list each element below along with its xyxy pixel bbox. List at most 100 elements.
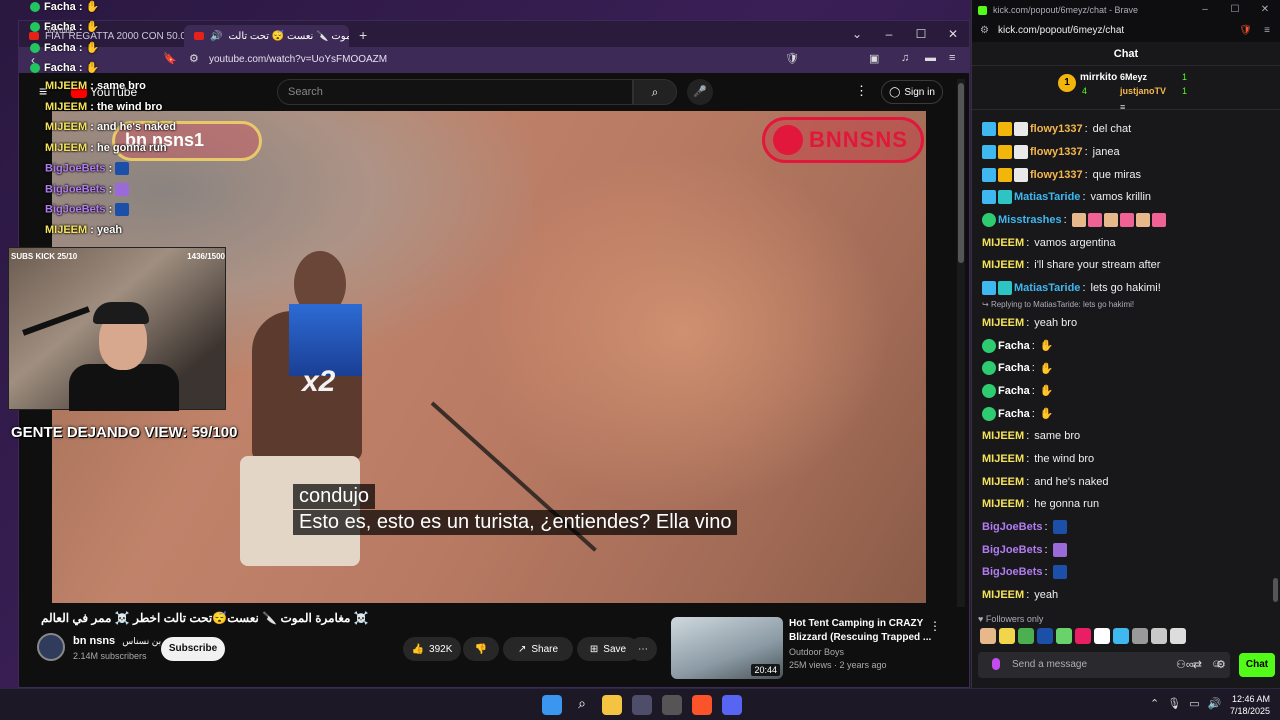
subscribe-button[interactable]: Subscribe — [161, 637, 225, 661]
mic-icon[interactable]: 🎙 — [1167, 697, 1181, 710]
emote-icon[interactable] — [1056, 628, 1072, 644]
streamer-cap — [93, 302, 149, 324]
emote-icon[interactable] — [1170, 628, 1186, 644]
scroll-thumb[interactable] — [958, 83, 964, 263]
more-options-icon[interactable]: ⋮ — [855, 83, 868, 99]
runner-up-2[interactable]: justjanoTV — [1120, 86, 1166, 96]
chat-username[interactable]: BigJoeBets — [982, 521, 1043, 533]
voice-search-button[interactable]: 🎤 — [687, 79, 713, 105]
site-settings-icon[interactable]: ⚙ — [189, 52, 199, 65]
reader-icon[interactable]: ▣ — [869, 52, 879, 65]
share-button[interactable]: ↗ Share — [503, 637, 573, 661]
quick-emotes — [980, 628, 1186, 644]
maximize-button[interactable]: ☐ — [1220, 0, 1250, 20]
send-chat-button[interactable]: Chat — [1239, 653, 1275, 677]
chat-username[interactable]: MIJEEM — [982, 259, 1024, 271]
volume-icon[interactable]: 🔊 — [1208, 697, 1222, 710]
bookmark-icon[interactable]: 🔖 — [163, 52, 177, 65]
page-scrollbar[interactable] — [957, 79, 965, 683]
leader-name[interactable]: mirrkito — [1080, 72, 1117, 83]
search-icon[interactable]: ⌕ — [572, 695, 592, 715]
discord-icon[interactable] — [722, 695, 742, 715]
wallet-icon[interactable]: ▬ — [925, 52, 936, 64]
expand-icon[interactable]: ≡ — [1120, 102, 1125, 112]
brave-icon[interactable] — [692, 695, 712, 715]
users-icon[interactable]: ⚇∞ — [1176, 658, 1194, 671]
recommended-title[interactable]: Hot Tent Camping in CRAZY Blizzard (Resc… — [789, 617, 939, 645]
chat-scroll-thumb[interactable] — [1273, 578, 1278, 602]
chat-username[interactable]: Facha — [998, 362, 1030, 374]
mic-icon[interactable] — [992, 658, 1000, 670]
chat-username[interactable]: BigJoeBets — [982, 544, 1043, 556]
tab-active[interactable]: 🔊 مغامرة الموت 🔪 نعست 😴 تحت تالت ... ✕ — [184, 25, 349, 47]
dislike-button[interactable]: 👎 — [463, 637, 499, 661]
chat-username[interactable]: Misstrashes — [998, 214, 1062, 226]
emote-icon[interactable] — [1151, 628, 1167, 644]
network-icon[interactable]: ▭ — [1189, 697, 1199, 710]
channel-arabic: بن نسناس — [122, 636, 162, 646]
recommended-thumbnail[interactable]: 20:44 — [671, 617, 783, 679]
channel-name-text: bn nsns — [73, 635, 116, 647]
music-icon[interactable]: ♫ — [901, 52, 909, 64]
menu-icon[interactable]: ≡ — [1264, 20, 1270, 42]
file-explorer-icon[interactable] — [602, 695, 622, 715]
site-settings-icon[interactable]: ⚙ — [980, 20, 989, 42]
clock[interactable]: 12:46 AM 7/18/2025 — [1226, 693, 1270, 717]
chat-username[interactable]: flowy1337 — [1030, 123, 1083, 135]
sign-in-button[interactable]: ◯ Sign in — [881, 80, 943, 104]
brave-shield-icon[interactable]: 🛡 — [785, 52, 799, 65]
no-cap-emote-icon[interactable] — [1094, 628, 1110, 644]
heart-emote-icon[interactable] — [1075, 628, 1091, 644]
close-button[interactable]: ✕ — [937, 21, 969, 47]
chat-username[interactable]: BigJoeBets — [982, 566, 1043, 578]
chat-scrollbar[interactable] — [1273, 118, 1278, 608]
chevron-up-icon[interactable]: ⌃ — [1150, 697, 1159, 710]
url-field[interactable]: youtube.com/watch?v=UoYsFMOOAZM — [209, 54, 387, 65]
obs-icon[interactable] — [662, 695, 682, 715]
translate-icon[interactable]: ⇄ — [1193, 658, 1202, 671]
maximize-button[interactable]: ☐ — [905, 21, 937, 47]
chat-username[interactable]: Facha — [998, 340, 1030, 352]
recommended-more-icon[interactable]: ⋮ — [929, 619, 941, 633]
emote-icon[interactable] — [1113, 628, 1129, 644]
chat-username[interactable]: MIJEEM — [982, 453, 1024, 465]
new-tab-button[interactable]: + — [349, 27, 377, 43]
reply-note[interactable]: ↪ Replying to MatiasTaride: lets go haki… — [972, 300, 1272, 312]
runner-up-1[interactable]: 6Meyz — [1120, 72, 1147, 82]
search-input[interactable]: Search — [277, 79, 633, 105]
chat-username[interactable]: MIJEEM — [982, 589, 1024, 601]
search-button[interactable]: ⌕ — [633, 79, 677, 105]
settings-icon[interactable]: ⚙ — [1216, 658, 1226, 671]
chat-username[interactable]: Facha — [998, 408, 1030, 420]
like-button[interactable]: 👍 392K — [403, 637, 461, 661]
chat-username[interactable]: MIJEEM — [982, 476, 1024, 488]
emote-icon[interactable] — [1132, 628, 1148, 644]
store-icon[interactable] — [632, 695, 652, 715]
emote-icon[interactable] — [999, 628, 1015, 644]
brave-shield-icon[interactable]: 🛡 — [1239, 20, 1252, 42]
channel-name[interactable]: bn nsns بن نسناس — [73, 635, 161, 647]
channel-avatar[interactable] — [37, 633, 65, 661]
minimize-button[interactable]: – — [1190, 0, 1220, 20]
windows-start-icon[interactable] — [542, 695, 562, 715]
chat-username[interactable]: Facha — [998, 385, 1030, 397]
chevron-down-icon[interactable]: ⌄ — [841, 21, 873, 47]
close-button[interactable]: ✕ — [1250, 0, 1280, 20]
emote-icon[interactable] — [1018, 628, 1034, 644]
emote-icon[interactable] — [1037, 628, 1053, 644]
minimize-button[interactable]: – — [873, 21, 905, 47]
chat-username[interactable]: MatiasTaride — [1014, 282, 1080, 294]
more-actions-button[interactable]: ⋯ — [629, 637, 657, 661]
chat-address-bar[interactable]: ⚙ kick.com/popout/6meyz/chat 🛡 ≡ — [972, 20, 1280, 42]
chat-username[interactable]: MIJEEM — [982, 317, 1024, 329]
chat-username[interactable]: MIJEEM — [982, 237, 1024, 249]
chat-username[interactable]: MIJEEM — [982, 430, 1024, 442]
emote-icon[interactable] — [980, 628, 996, 644]
chat-message: MIJEEM: vamos argentina — [982, 236, 1116, 249]
chat-username[interactable]: MIJEEM — [982, 498, 1024, 510]
chat-username[interactable]: flowy1337 — [1030, 169, 1083, 181]
chat-username[interactable]: flowy1337 — [1030, 146, 1083, 158]
menu-icon[interactable]: ≡ — [949, 52, 955, 64]
chat-username[interactable]: MatiasTaride — [1014, 191, 1080, 203]
recommended-channel[interactable]: Outdoor Boys — [789, 647, 844, 657]
